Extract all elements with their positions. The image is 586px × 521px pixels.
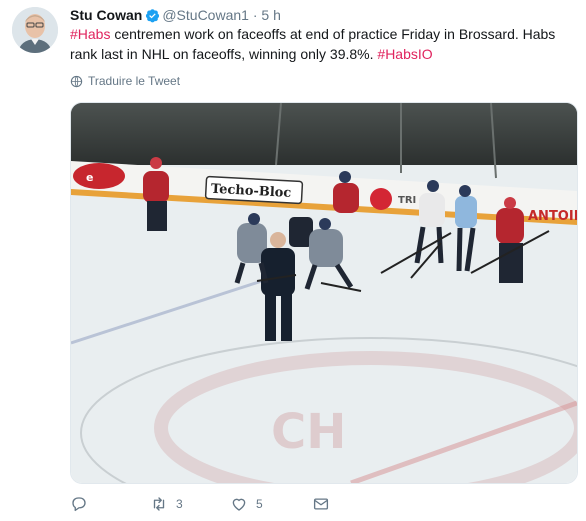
tweet-photo[interactable]: e Techo-Bloc TRI ANTOIN CH — [70, 102, 578, 484]
translate-label: Traduire le Tweet — [88, 74, 181, 88]
retweet-icon — [153, 497, 165, 511]
tweet-text: #Habs centremen work on faceoffs at end … — [70, 24, 575, 64]
like-button[interactable]: 5 — [230, 495, 263, 513]
heart-icon — [232, 498, 246, 511]
separator-dot: · — [252, 7, 258, 23]
tweet-body: centremen work on faceoffs at end of pra… — [70, 26, 556, 62]
svg-text:e: e — [86, 171, 93, 184]
author-handle[interactable]: @StuCowan1 — [162, 7, 249, 23]
hockey-practice-photo: e Techo-Bloc TRI ANTOIN CH — [71, 103, 577, 483]
board-sign-antoin: ANTOIN — [528, 209, 577, 224]
reply-icon — [72, 497, 86, 512]
avatar[interactable] — [12, 7, 58, 53]
hashtag-habs[interactable]: #Habs — [70, 26, 110, 42]
globe-icon — [70, 75, 83, 87]
hashtag-habsio[interactable]: #HabsIO — [377, 46, 432, 62]
author-name[interactable]: Stu Cowan — [70, 7, 142, 23]
svg-text:CH: CH — [271, 404, 346, 460]
direct-message-button[interactable] — [312, 495, 330, 513]
tweet-header: Stu Cowan @StuCowan1 · 5 h — [70, 6, 281, 24]
retweet-button[interactable]: 3 — [150, 495, 183, 513]
like-count: 5 — [256, 497, 263, 511]
retweet-count: 3 — [176, 497, 183, 511]
tweet-time[interactable]: 5 h — [261, 7, 280, 23]
reply-button[interactable] — [70, 495, 96, 513]
translate-tweet-link[interactable]: Traduire le Tweet — [70, 74, 180, 88]
avatar-photo — [12, 7, 58, 53]
board-sign-tri: TRI — [398, 195, 416, 206]
verified-badge-icon — [145, 8, 160, 23]
envelope-icon — [313, 498, 329, 510]
